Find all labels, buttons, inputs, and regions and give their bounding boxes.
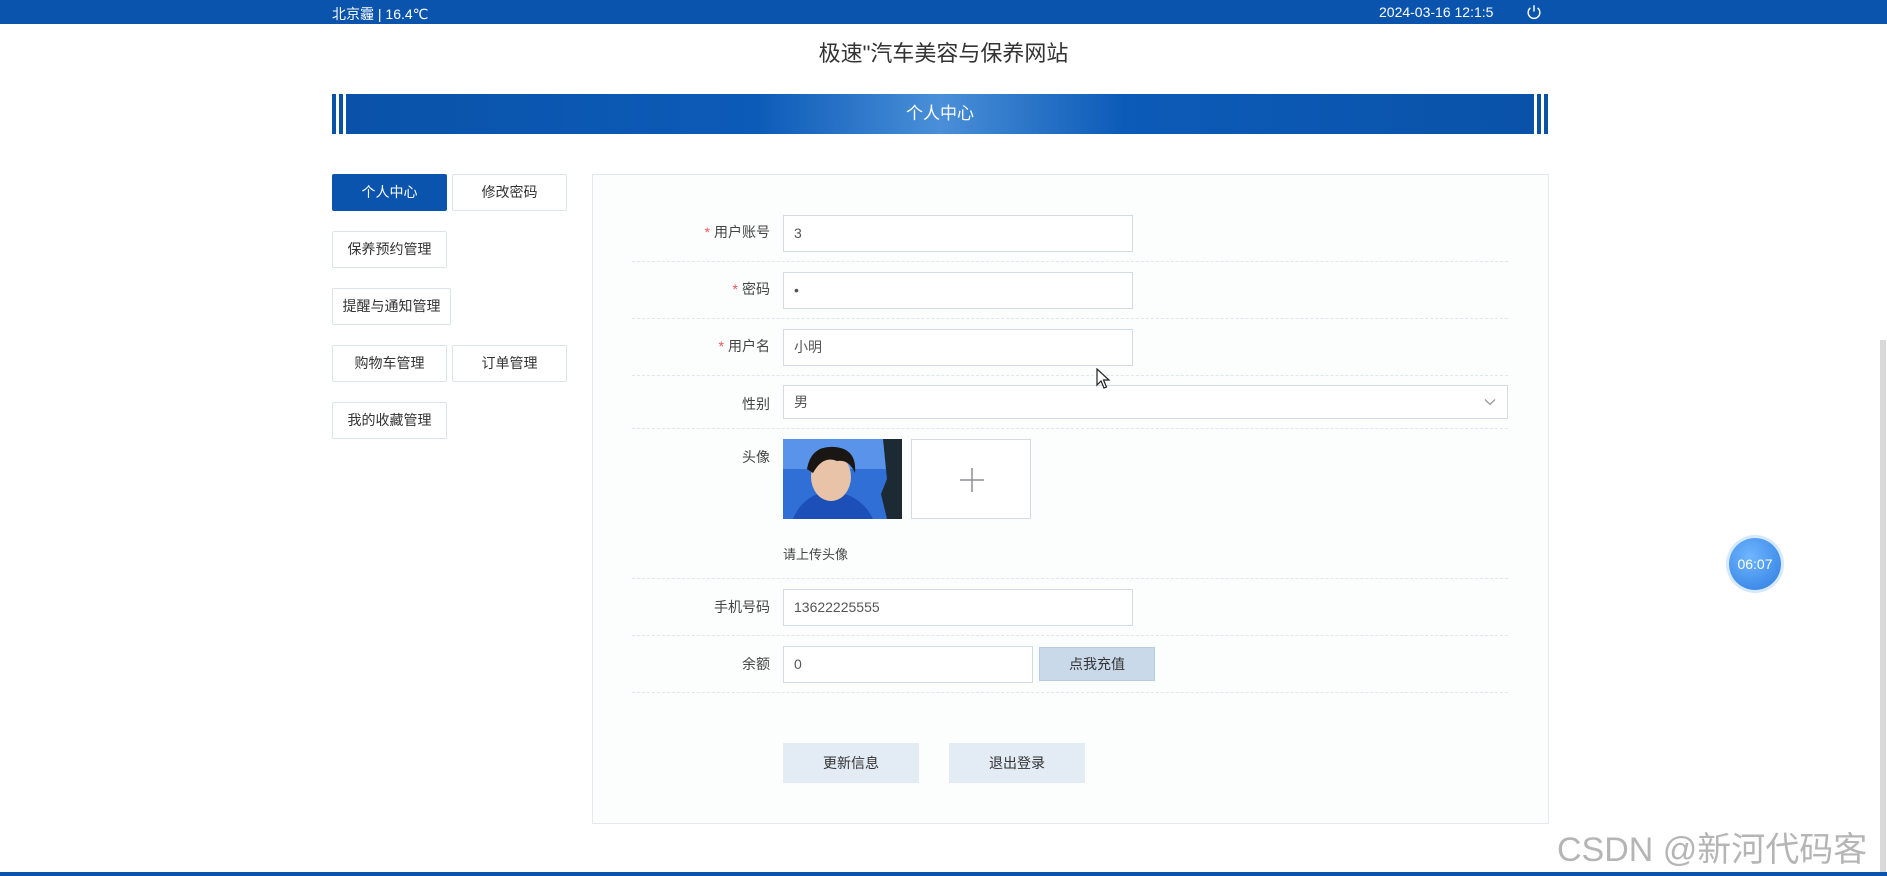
weather-info: 北京霾 | 16.4℃: [332, 6, 429, 22]
chevron-down-icon[interactable]: [1484, 398, 1496, 406]
avatar-upload-button[interactable]: [911, 439, 1031, 519]
row-divider: [632, 635, 1508, 636]
phone-label: 手机号码: [714, 599, 770, 615]
username-input[interactable]: 小明: [783, 329, 1133, 366]
account-input[interactable]: 3: [783, 215, 1133, 252]
menu-personal-center[interactable]: 个人中心: [332, 174, 447, 211]
username-label: * 用户名: [718, 338, 770, 354]
balance-label: 余额: [742, 656, 770, 672]
menu-reminders[interactable]: 提醒与通知管理: [332, 288, 451, 325]
menu-favorites[interactable]: 我的收藏管理: [332, 402, 447, 439]
menu-change-password[interactable]: 修改密码: [452, 174, 567, 211]
scrollbar[interactable]: [1880, 340, 1886, 876]
row-divider: [632, 318, 1508, 319]
mouse-cursor-icon: [1096, 368, 1111, 389]
account-label: * 用户账号: [704, 224, 770, 240]
logout-button[interactable]: 退出登录: [949, 743, 1085, 783]
avatar-label: 头像: [742, 449, 770, 465]
row-divider: [632, 428, 1508, 429]
balance-input[interactable]: 0: [783, 646, 1033, 683]
gender-label: 性别: [742, 396, 770, 412]
plus-icon: [960, 468, 984, 492]
bottom-bar: [0, 872, 1887, 876]
row-divider: [632, 375, 1508, 376]
timer-badge[interactable]: 06:07: [1729, 538, 1781, 590]
site-title: 极速"汽车美容与保养网站: [818, 41, 1069, 66]
row-divider: [632, 578, 1508, 579]
password-input[interactable]: •: [783, 272, 1133, 309]
watermark: CSDN @新河代码客: [1557, 831, 1868, 869]
row-divider: [632, 261, 1508, 262]
power-icon[interactable]: [1525, 3, 1543, 21]
password-label: * 密码: [732, 281, 770, 297]
menu-orders[interactable]: 订单管理: [452, 345, 567, 382]
menu-maintenance-booking[interactable]: 保养预约管理: [332, 231, 447, 268]
section-header: 个人中心: [332, 94, 1548, 134]
update-info-button[interactable]: 更新信息: [783, 743, 919, 783]
datetime: 2024-03-16 12:1:5: [1379, 4, 1494, 20]
menu-cart[interactable]: 购物车管理: [332, 345, 447, 382]
gender-select[interactable]: 男: [783, 385, 1508, 419]
upload-hint: 请上传头像: [783, 547, 849, 562]
phone-input[interactable]: 13622225555: [783, 589, 1133, 626]
row-divider: [632, 692, 1508, 693]
recharge-button[interactable]: 点我充值: [1039, 647, 1155, 681]
avatar-image: [783, 439, 902, 519]
top-bar: 北京霾 | 16.4℃ 2024-03-16 12:1:5: [0, 0, 1887, 24]
section-title: 个人中心: [906, 104, 974, 123]
